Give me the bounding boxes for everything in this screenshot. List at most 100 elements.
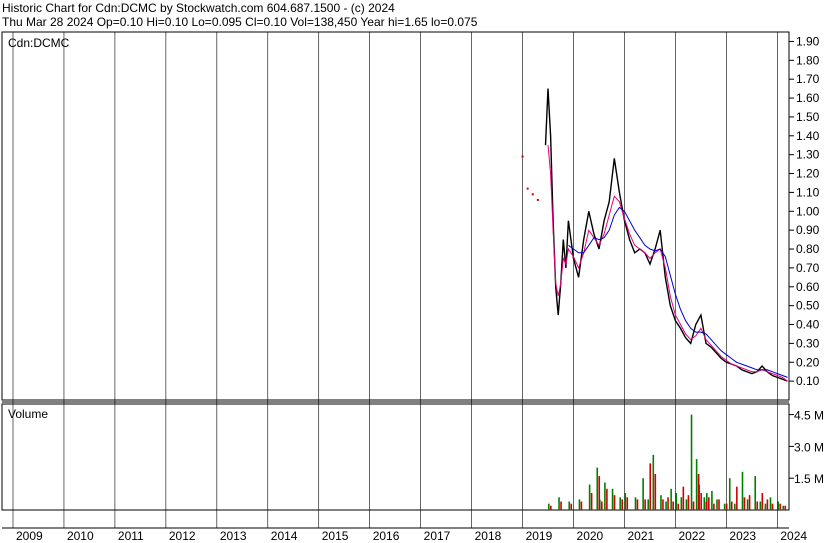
volume-bar — [598, 476, 601, 510]
volume-bar — [647, 499, 650, 510]
volume-bar — [550, 505, 552, 510]
price-tick-label: 1.20 — [796, 167, 820, 181]
price-panel-title: Cdn:DCMC — [8, 36, 70, 50]
price-point — [526, 187, 529, 190]
volume-bar — [716, 499, 718, 510]
volume-bar — [730, 501, 733, 510]
volume-bar — [743, 497, 746, 510]
x-tick-label: 2013 — [220, 529, 247, 543]
x-tick-label: 2009 — [16, 529, 43, 543]
volume-bar — [705, 501, 708, 510]
volume-bar — [619, 497, 621, 510]
volume-bar — [713, 503, 715, 510]
chart-grid — [12, 32, 794, 528]
volume-bar — [703, 497, 706, 510]
volume-bar — [670, 488, 672, 510]
price-tick-label: 0.40 — [796, 318, 820, 332]
volume-bar — [723, 503, 726, 510]
volume-bar — [697, 473, 700, 510]
volume-bar — [718, 499, 720, 510]
short-moving-average-line — [547, 145, 788, 382]
volume-bar — [756, 501, 759, 510]
volume-bar — [621, 499, 623, 510]
volume-bar — [754, 476, 757, 510]
price-tick-label: 0.60 — [796, 280, 820, 294]
volume-bar — [779, 503, 781, 510]
price-point — [536, 198, 539, 201]
volume-tick-label: 3.0 M — [794, 440, 824, 454]
x-tick-label: 2023 — [729, 529, 756, 543]
x-tick-label: 2021 — [627, 529, 654, 543]
price-panel-border — [1, 31, 790, 401]
x-tick-label: 2016 — [373, 529, 400, 543]
x-tick-label: 2019 — [526, 529, 553, 543]
volume-bar — [700, 493, 702, 510]
volume-bar — [682, 486, 685, 510]
volume-bar — [748, 495, 751, 510]
volume-bar — [604, 482, 606, 510]
price-tick-label: 0.70 — [796, 261, 820, 275]
volume-bar — [660, 495, 662, 510]
volume-bar — [725, 503, 728, 510]
x-tick-label: 2010 — [67, 529, 94, 543]
price-tick-label: 1.00 — [796, 204, 820, 218]
volume-bar — [580, 501, 583, 510]
x-tick-label: 2015 — [322, 529, 349, 543]
price-tick-label: 1.60 — [796, 91, 820, 105]
stock-chart: 2009 2010 2011 2012 2013 2014 2015 2016 2017 2018… — [1, 31, 824, 543]
volume-bar — [548, 503, 550, 510]
price-tick-label: 0.10 — [796, 374, 820, 388]
price-tick-label: 0.30 — [796, 336, 820, 350]
volume-bar — [695, 459, 698, 510]
price-tick-label: 0.50 — [796, 299, 820, 313]
x-tick-label: 2020 — [577, 529, 604, 543]
x-tick-label: 2017 — [424, 529, 451, 543]
x-tick-label: 2022 — [678, 529, 705, 543]
volume-bar — [692, 501, 695, 510]
volume-bar — [685, 499, 688, 510]
volume-tick-label: 1.5 M — [794, 472, 824, 486]
price-tick-label: 1.90 — [796, 34, 820, 48]
volume-bar — [613, 495, 616, 510]
volume-bar — [642, 478, 644, 510]
chart-series — [521, 88, 788, 510]
volume-bar — [777, 501, 779, 510]
volume-bar — [675, 493, 678, 510]
price-tick-label: 1.30 — [796, 148, 820, 162]
volume-bar — [728, 478, 731, 510]
volume-bar — [711, 490, 713, 510]
price-point — [531, 193, 534, 196]
volume-bar — [741, 471, 744, 510]
price-point — [521, 155, 524, 158]
x-tick-label: 2018 — [475, 529, 502, 543]
price-tick-label: 1.50 — [796, 110, 820, 124]
price-tick-label: 1.70 — [796, 72, 820, 86]
volume-bar — [761, 493, 764, 510]
volume-bar — [769, 497, 772, 510]
volume-bar — [578, 499, 581, 510]
price-tick-label: 0.90 — [796, 223, 820, 237]
x-tick-label: 2024 — [780, 529, 807, 543]
price-tick-label: 0.80 — [796, 242, 820, 256]
volume-bar — [626, 497, 629, 510]
volume-bar — [672, 501, 674, 510]
price-tick-label: 1.10 — [796, 185, 820, 199]
volume-bar — [766, 499, 769, 510]
volume-bar — [746, 499, 749, 510]
volume-bar — [734, 503, 736, 510]
volume-bar — [596, 467, 599, 510]
price-tick-label: 1.40 — [796, 129, 820, 143]
volume-bar — [759, 501, 762, 510]
volume-bar — [782, 505, 785, 510]
volume-bar — [736, 486, 738, 510]
volume-bar — [570, 503, 573, 510]
volume-bar — [667, 497, 669, 510]
volume-bar — [654, 473, 657, 510]
volume-bar — [652, 454, 655, 510]
x-tick-label: 2012 — [169, 529, 196, 543]
volume-bar — [558, 497, 560, 510]
chart-labels: 2009 2010 2011 2012 2013 2014 2015 2016 2017 2018… — [8, 34, 824, 543]
volume-bar — [644, 499, 646, 510]
volume-bar — [665, 501, 667, 510]
volume-bar — [568, 501, 571, 510]
